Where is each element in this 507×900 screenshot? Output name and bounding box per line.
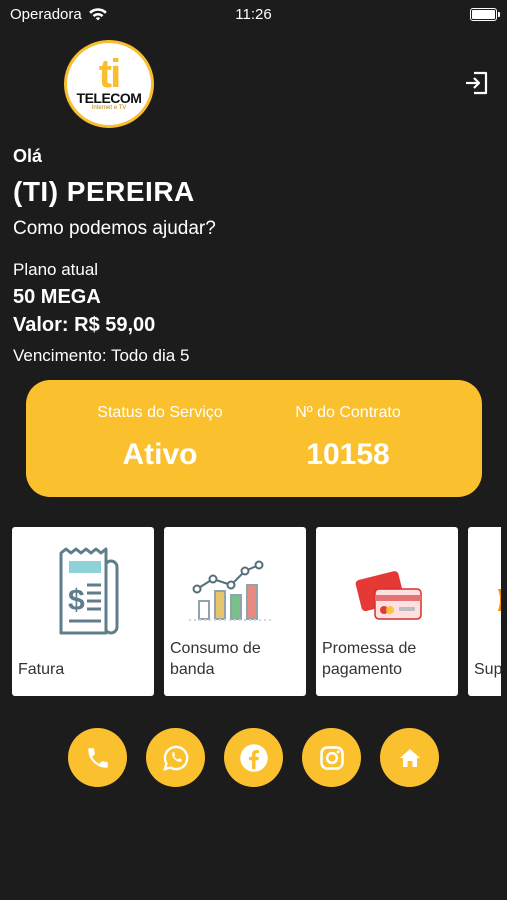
instagram-icon	[319, 745, 344, 770]
tile-label: Sup	[474, 661, 501, 678]
tile-support[interactable]: Sup	[468, 527, 501, 696]
wifi-icon	[88, 7, 107, 20]
logo-tagline: Internet e TV	[91, 104, 127, 111]
plan-label: Plano atual	[13, 260, 99, 279]
support-icon	[498, 589, 501, 611]
tile-bandwidth[interactable]: Consumo de banda	[164, 527, 306, 696]
invoice-icon: $	[59, 547, 119, 635]
help-prompt: Como podemos ajudar?	[13, 218, 216, 239]
logo-name: TELECOM	[76, 89, 142, 106]
phone-icon	[87, 747, 108, 768]
home-icon	[399, 748, 420, 767]
plan-due-date: Vencimento: Todo dia 5	[13, 346, 190, 365]
logout-icon[interactable]	[462, 68, 492, 98]
home-button[interactable]	[380, 728, 439, 787]
logo-letters: ti	[98, 51, 121, 96]
contract-number-label: Nº do Contrato	[295, 404, 401, 421]
facebook-icon	[239, 743, 268, 772]
tile-label: Consumo de banda	[170, 638, 280, 680]
tile-label-text: Consumo de banda	[170, 640, 261, 678]
tile-label: Fatura	[18, 661, 65, 678]
service-status-value: Ativo	[122, 438, 198, 471]
plan-name: 50 MEGA	[13, 286, 101, 308]
company-logo: ti TELECOM Internet e TV	[64, 40, 154, 128]
service-status-label: Status do Serviço	[97, 404, 223, 421]
contact-bar	[68, 728, 439, 787]
contract-number-value: 10158	[306, 438, 390, 471]
phone-button[interactable]	[68, 728, 127, 787]
service-tiles: $ Fatura Consumo de banda Promessa de pa…	[12, 527, 501, 697]
whatsapp-icon	[162, 745, 188, 771]
plan-value: Valor: R$ 59,00	[13, 314, 156, 336]
greeting-hello: Olá	[13, 146, 43, 166]
tile-label-text: Promessa de pagamento	[322, 640, 417, 678]
tile-payment-promise[interactable]: Promessa de pagamento	[316, 527, 458, 696]
bandwidth-chart-icon	[189, 560, 271, 621]
battery-icon	[470, 7, 500, 21]
payment-cards-icon	[355, 571, 422, 620]
instagram-button[interactable]	[302, 728, 361, 787]
contract-number-column: Nº do Contrato 10158	[268, 380, 428, 497]
carrier-label: Operadora	[10, 5, 82, 23]
tile-invoice[interactable]: $ Fatura	[12, 527, 154, 696]
whatsapp-button[interactable]	[146, 728, 205, 787]
status-bar: Operadora 11:26	[0, 0, 507, 28]
service-status-column: Status do Serviço Ativo	[80, 380, 240, 497]
tile-label: Promessa de pagamento	[322, 638, 432, 680]
customer-name: (TI) PEREIRA	[13, 176, 195, 207]
svg-text:$: $	[68, 584, 85, 617]
status-left: Operadora	[10, 6, 108, 23]
service-status-card: Status do Serviço Ativo Nº do Contrato 1…	[26, 380, 482, 497]
facebook-button[interactable]	[224, 728, 283, 787]
